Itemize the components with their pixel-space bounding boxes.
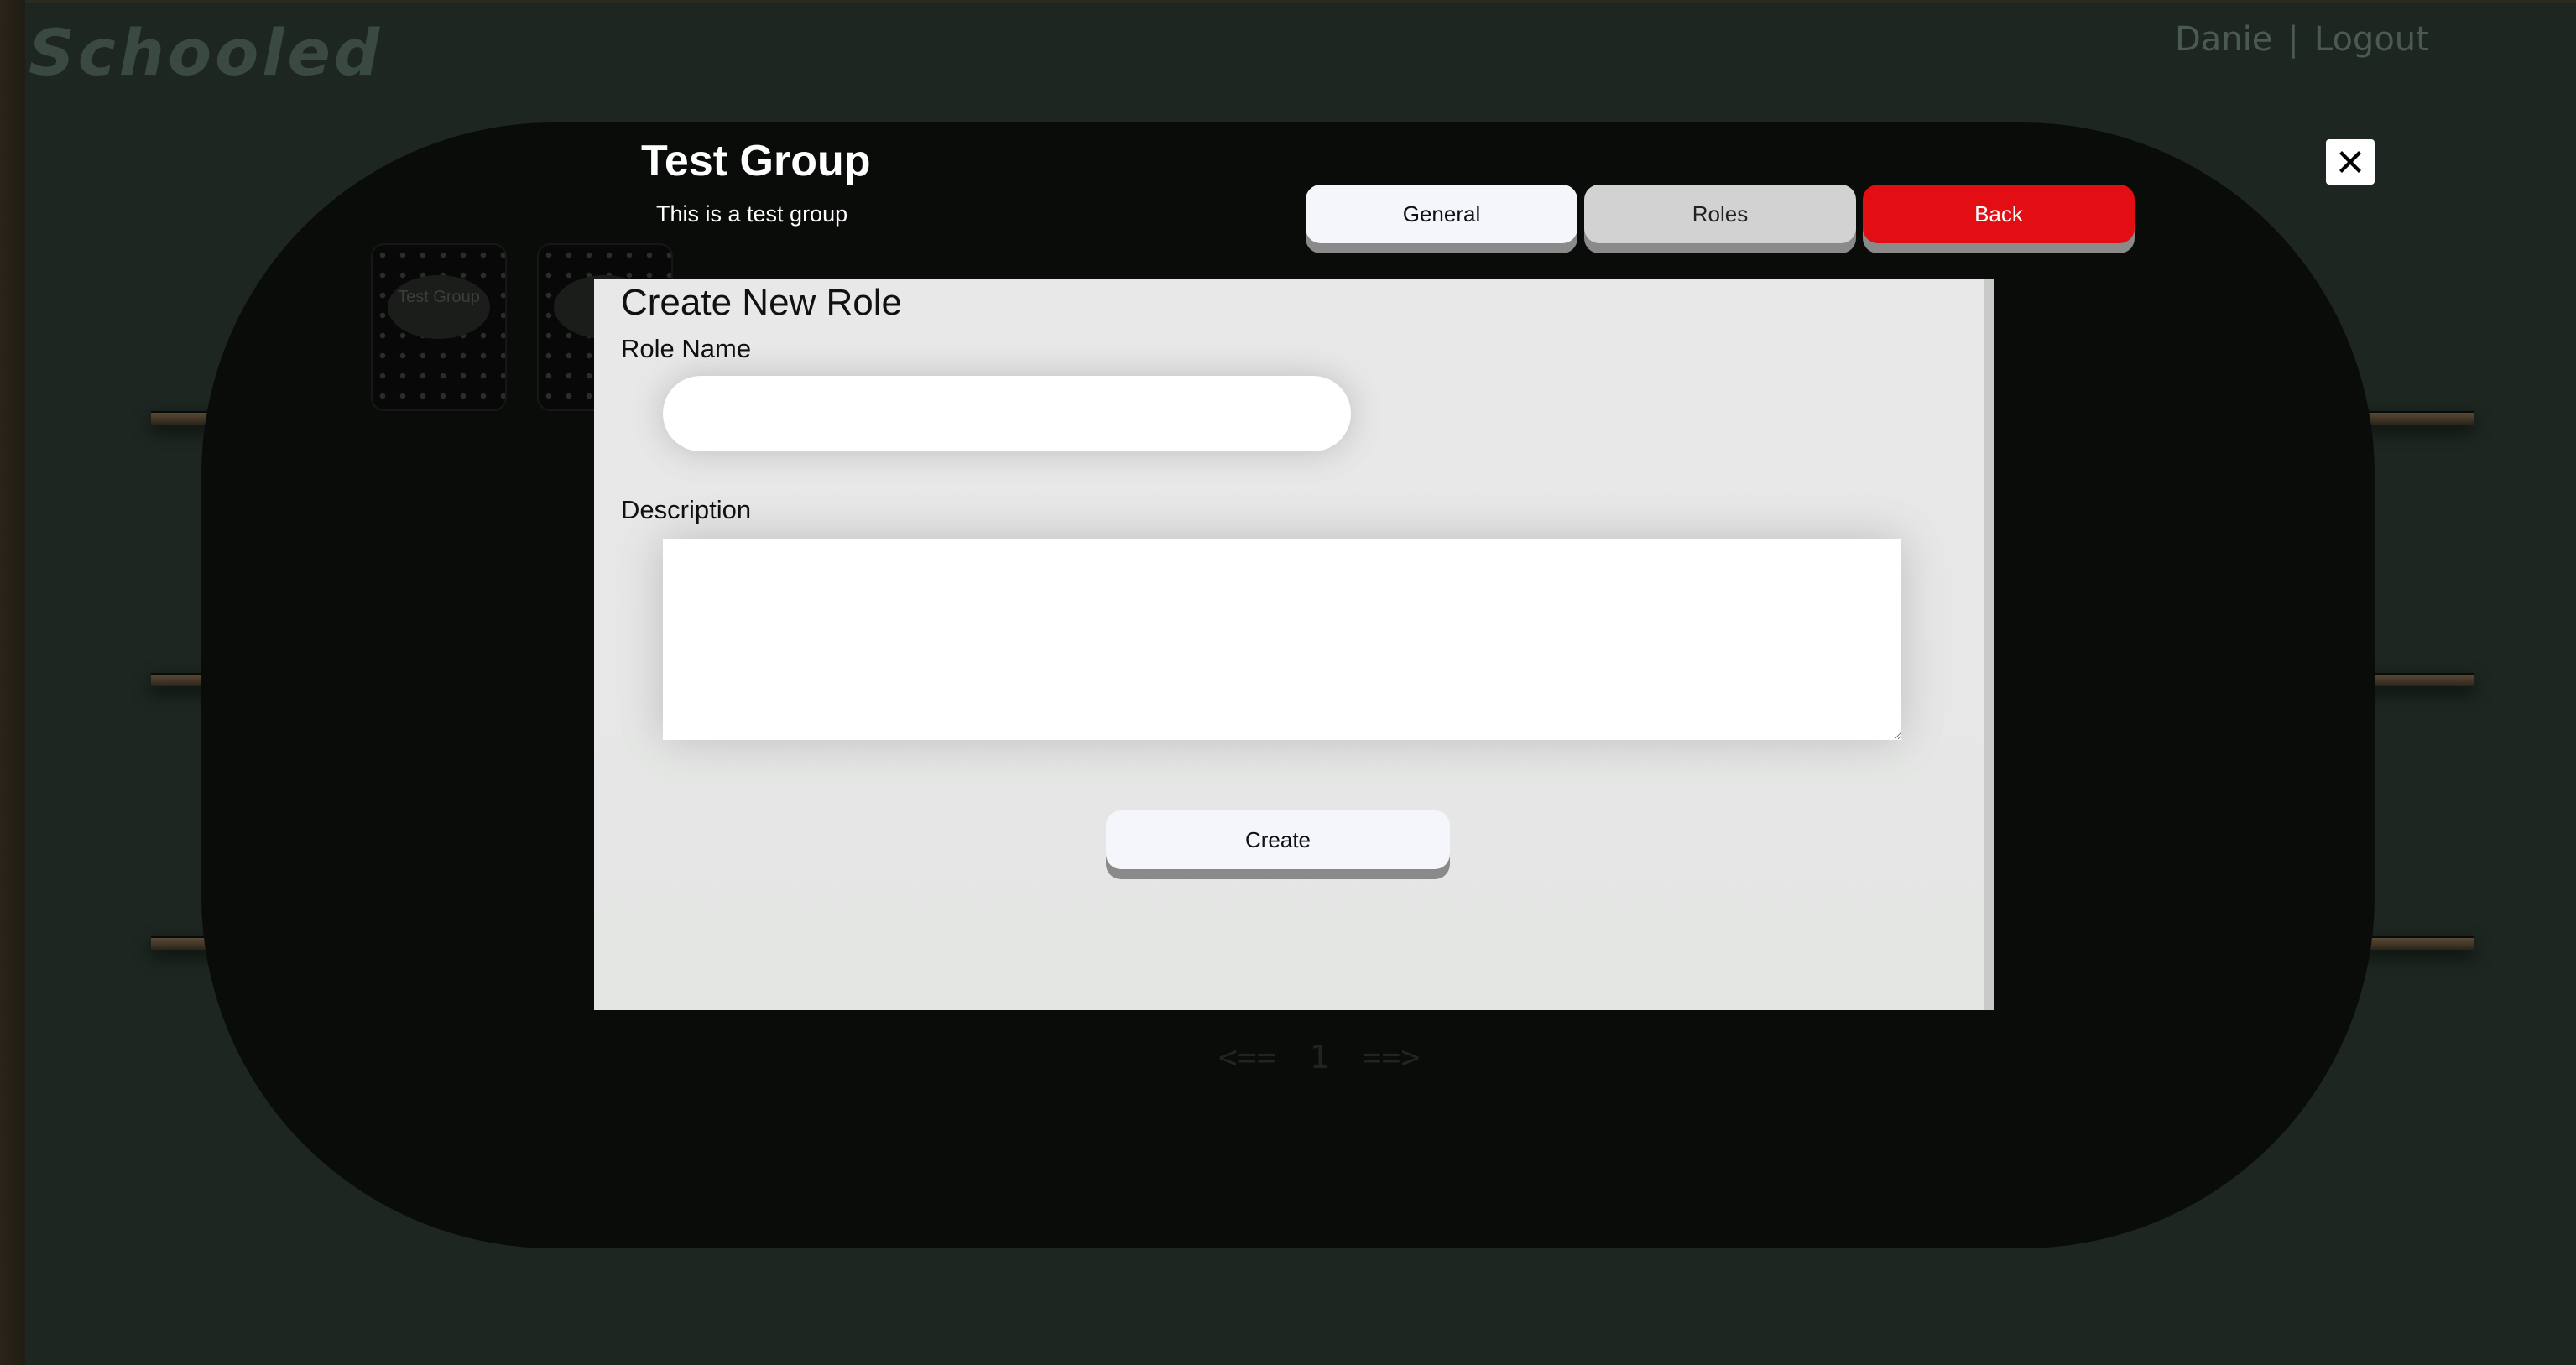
tab-general[interactable]: General (1306, 185, 1577, 243)
user-bar-separator: | (2287, 20, 2299, 59)
app-logo[interactable]: Schooled (29, 15, 383, 90)
role-name-input[interactable] (663, 376, 1351, 451)
user-name-link[interactable]: Danie (2175, 20, 2272, 59)
user-bar: Danie | Logout (2175, 20, 2429, 59)
close-button[interactable] (2326, 139, 2375, 185)
close-icon (2339, 151, 2361, 173)
tab-roles[interactable]: Roles (1584, 185, 1856, 243)
group-card: Test Group (371, 243, 507, 411)
role-name-label: Role Name (621, 334, 752, 363)
description-textarea[interactable] (663, 539, 1901, 740)
group-title: Test Group (641, 137, 871, 185)
next-page-link: ==> (1362, 1039, 1421, 1076)
logout-link[interactable]: Logout (2314, 20, 2429, 59)
create-role-dialog: Create New Role Role Name Description Cr… (594, 279, 1994, 1010)
description-label: Description (621, 495, 752, 524)
back-button[interactable]: Back (1863, 185, 2135, 243)
pagination: <== 1 ==> (1218, 1039, 1420, 1076)
left-border (0, 0, 25, 1365)
group-description: This is a test group (656, 201, 848, 227)
top-border (0, 0, 2576, 3)
create-button[interactable]: Create (1106, 810, 1450, 869)
prev-page-link: <== (1218, 1039, 1276, 1076)
dialog-scrollbar[interactable] (1984, 279, 1994, 1010)
group-card-label: Test Group (388, 275, 490, 339)
dialog-title: Create New Role (621, 282, 903, 323)
current-page: 1 (1309, 1039, 1329, 1076)
